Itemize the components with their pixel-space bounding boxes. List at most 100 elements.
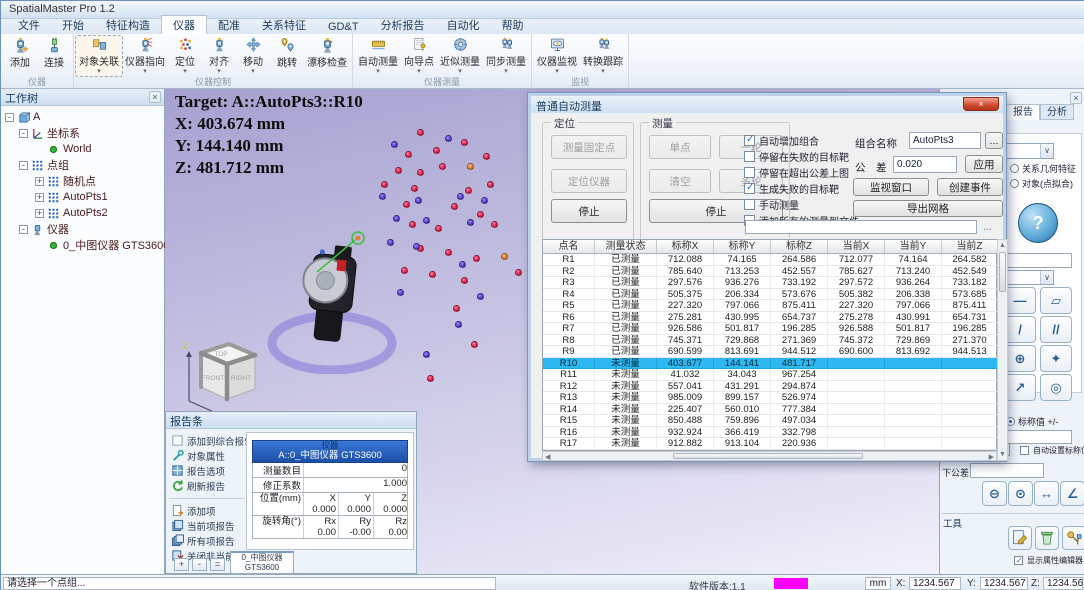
table-row[interactable]: R9已测量690.599813.691944.512690.600813.692… (543, 346, 996, 358)
ribbon-button[interactable]: 向导点▾ (401, 36, 437, 76)
tree-expander[interactable]: + (35, 177, 44, 186)
radio-nominal[interactable]: 标称值 +/- (1006, 415, 1058, 428)
ribbon-button[interactable]: 近似测量▾ (437, 36, 483, 76)
report-tool-item[interactable]: 当前项报告 (169, 518, 245, 533)
horizontal-scrollbar[interactable]: ◀ ▶ (542, 451, 997, 461)
total-station-instrument[interactable] (260, 219, 400, 374)
geometry-button[interactable]: // (1040, 316, 1072, 343)
menu-tab[interactable]: 开始 (51, 16, 95, 34)
ribbon-button[interactable]: 对象关联▾ (76, 36, 122, 76)
measure-type-button[interactable]: ⊖ (982, 481, 1007, 506)
panel-tab[interactable]: 分析 (1040, 104, 1074, 120)
dialog-checkbox[interactable]: 停留在失败的目标靶 (744, 148, 859, 164)
tree-expander[interactable]: + (35, 193, 44, 202)
tree-item[interactable]: -仪器 (1, 221, 164, 237)
geometry-button[interactable]: ▱ (1040, 287, 1072, 314)
table-row[interactable]: R16未测量932.924366.419332.798 (543, 427, 996, 439)
table-row[interactable]: R2已测量785.640713.253452.557785.627713.240… (543, 266, 996, 278)
help-sphere-button[interactable]: ? (1018, 203, 1058, 243)
tree-item[interactable]: -点组 (1, 157, 164, 173)
tree-item[interactable]: -A (1, 109, 164, 125)
dialog-checkbox[interactable]: 自动增加组合 (744, 132, 859, 148)
report-tool-item[interactable]: 报告选项 (169, 463, 245, 478)
dialog-close-button[interactable]: × (963, 97, 999, 111)
tree-item[interactable]: -坐标系 (1, 125, 164, 141)
column-header[interactable]: 标称X (657, 240, 714, 254)
close-icon[interactable]: × (1070, 92, 1082, 104)
geometry-button[interactable]: ◎ (1040, 374, 1072, 401)
table-row[interactable]: R3已测量297.576936.276733.192297.572936.264… (543, 277, 996, 289)
table-row[interactable]: R14未测量225.407560.010777.384 (543, 404, 996, 416)
column-header[interactable]: 当前Y (885, 240, 942, 254)
unit-cell[interactable]: mm (865, 577, 891, 590)
tool-button[interactable] (1008, 526, 1032, 550)
geometry-button[interactable]: ↗ (1004, 374, 1036, 401)
cube-face-front[interactable]: FRONT (202, 375, 224, 382)
report-tool-item[interactable]: 对象属性 (169, 448, 245, 463)
column-header[interactable]: 测量状态 (595, 240, 657, 254)
report-instrument-tab[interactable]: 0_中图仪器GTS3600 (230, 551, 294, 574)
column-header[interactable]: 标称Y (714, 240, 771, 254)
report-tool-item[interactable]: 所有项报告 (169, 533, 245, 548)
menu-tab[interactable]: 关系特征 (251, 16, 317, 34)
geometry-button[interactable]: — (1004, 287, 1036, 314)
ribbon-button[interactable]: 定位▾ (168, 36, 202, 76)
menu-tab[interactable]: 分析报告 (370, 16, 436, 34)
table-row[interactable]: R17未测量912.882913.104220.936 (543, 438, 996, 450)
tree-expander[interactable]: - (19, 129, 28, 138)
tree-expander[interactable]: - (19, 225, 28, 234)
apply-button[interactable]: 应用 (965, 155, 1003, 173)
export-grid-button[interactable]: 导出网格 (853, 200, 1003, 217)
dialog-checkbox[interactable]: 停留在超出公差上图 (744, 164, 859, 180)
geometry-button[interactable]: / (1004, 316, 1036, 343)
ribbon-button[interactable]: 同步测量▾ (483, 36, 529, 76)
column-header[interactable]: 标称Z (771, 240, 828, 254)
menu-tab[interactable]: 帮助 (491, 16, 535, 34)
report-tool-item[interactable]: 刷新报告 (169, 478, 245, 493)
ribbon-button[interactable]: 仪器监视▾ (534, 36, 580, 76)
menu-tab[interactable]: 特征构造 (95, 16, 161, 34)
orientation-cube[interactable]: TOP FRONT RIGHT Z X (179, 335, 263, 421)
measuring-button[interactable]: 单点 (649, 135, 711, 159)
measure-type-button[interactable]: ↔ (1034, 481, 1059, 506)
dialog-checkbox[interactable]: 生成失败的目标靶 (744, 180, 859, 196)
tolerance-input[interactable] (893, 156, 957, 173)
tree-expander[interactable]: - (5, 113, 14, 122)
report-mini-button[interactable]: - (192, 558, 207, 571)
close-icon[interactable]: × (149, 91, 161, 103)
column-header[interactable]: 当前X (828, 240, 885, 254)
table-row[interactable]: R1已测量712.08874.165264.586712.07774.16426… (543, 254, 996, 266)
geometry-button[interactable]: ✦ (1040, 345, 1072, 372)
table-row[interactable]: R13未测量985.009899.157526.974 (543, 392, 996, 404)
table-row[interactable]: R4已测量505.375206.334573.676505.382206.338… (543, 289, 996, 301)
ribbon-button[interactable]: 添加 (3, 36, 37, 76)
ribbon-button[interactable]: 转换跟踪▾ (580, 36, 626, 76)
table-row[interactable]: R5已测量227.320797.066875.411227.320797.066… (543, 300, 996, 312)
geometry-button[interactable]: ⊕ (1004, 345, 1036, 372)
browse-button[interactable]: ... (985, 132, 1003, 149)
ribbon-button[interactable]: 连接 (37, 36, 71, 76)
report-mini-button[interactable]: + (174, 558, 189, 571)
report-tool-item[interactable]: 添加到综合报告 (169, 433, 245, 448)
table-row[interactable]: R10未测量403.677144.141481.717 (543, 358, 996, 370)
table-row[interactable]: R8已测量745.371729.868271.369745.372729.869… (543, 335, 996, 347)
ribbon-button[interactable]: 仪器指向▾ (122, 36, 168, 76)
menu-tab[interactable]: GD&T (317, 20, 370, 34)
tree-expander[interactable]: - (19, 161, 28, 170)
file-browse-dots[interactable]: ... (983, 221, 992, 233)
tool-button[interactable] (1035, 526, 1059, 550)
table-row[interactable]: R15未测量850.488759.896497.034 (543, 415, 996, 427)
positioning-button[interactable]: 测量固定点 (551, 135, 627, 159)
report-tool-item[interactable]: 添加项 (169, 498, 245, 518)
measure-type-button[interactable]: ⊙ (1008, 481, 1033, 506)
tree-item[interactable]: 0_中图仪器 GTS3600 (1, 237, 164, 253)
measure-type-button[interactable]: ∠ (1060, 481, 1084, 506)
tree-expander[interactable]: + (35, 209, 44, 218)
menu-tab[interactable]: 自动化 (436, 16, 491, 34)
report-mini-button[interactable]: = (210, 558, 225, 571)
vertical-scrollbar[interactable]: ▲ ▼ (997, 239, 1008, 461)
ribbon-button[interactable]: 跳转 (270, 36, 304, 76)
lower-tolerance-input[interactable] (970, 463, 1044, 478)
measuring-button[interactable]: 清空 (649, 169, 711, 193)
positioning-button[interactable]: 定位仪器 (551, 169, 627, 193)
